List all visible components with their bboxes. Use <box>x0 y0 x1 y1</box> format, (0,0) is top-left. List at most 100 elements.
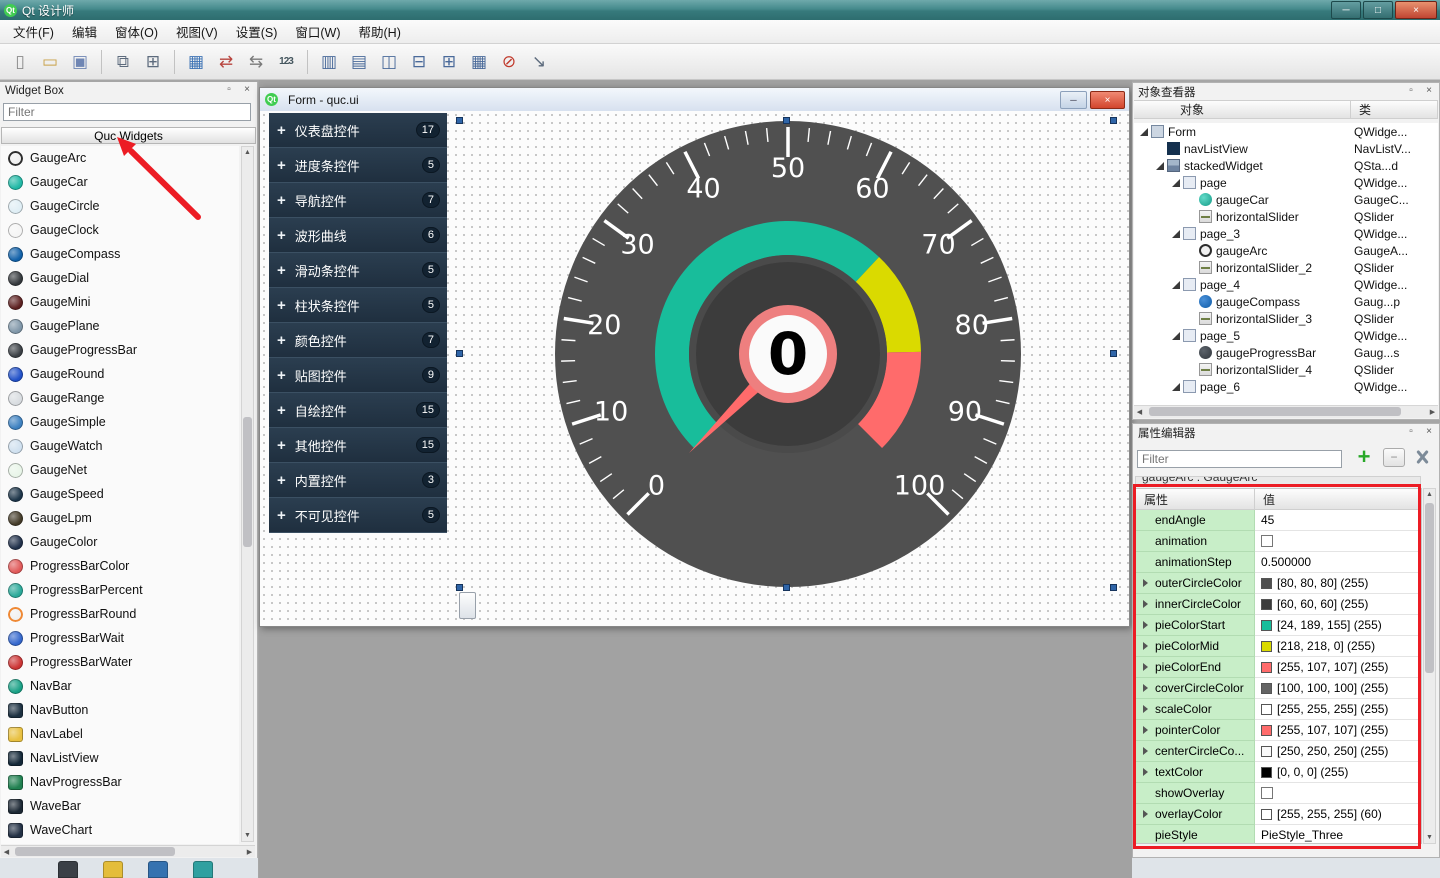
cascade-windows-button[interactable]: ⧉ <box>109 48 137 76</box>
checkbox-unchecked-icon[interactable] <box>1261 787 1273 799</box>
selection-handle[interactable] <box>1110 350 1117 357</box>
property-expander-icon[interactable] <box>1143 810 1152 818</box>
widget-item-progressbarwait[interactable]: ProgressBarWait <box>1 626 239 650</box>
layout-vertical-button[interactable]: ▤ <box>345 48 373 76</box>
scroll-left-icon[interactable]: ◀ <box>1134 406 1145 417</box>
tree-expander-icon[interactable] <box>1172 281 1180 289</box>
widget-item-gaugecircle[interactable]: GaugeCircle <box>1 194 239 218</box>
widget-list-vertical-scrollbar[interactable]: ▲ ▼ <box>241 146 254 842</box>
dock-close-icon[interactable]: × <box>240 83 254 96</box>
column-header-property[interactable]: 属性 <box>1136 489 1255 510</box>
widget-item-navlistview[interactable]: NavListView <box>1 746 239 770</box>
window-maximize-button[interactable]: □ <box>1363 1 1393 19</box>
menu-item-1[interactable]: 编辑 <box>63 19 106 44</box>
remove-dynamic-property-button[interactable]: − <box>1383 448 1405 467</box>
inspector-row-page-3[interactable]: page_3QWidge... <box>1134 225 1438 242</box>
menu-item-f[interactable]: 文件(F) <box>4 19 63 44</box>
menu-item-s[interactable]: 设置(S) <box>227 19 287 44</box>
property-row-piecolorstart[interactable]: pieColorStart[24, 189, 155] (255) <box>1136 615 1421 636</box>
widget-item-gaugeclock[interactable]: GaugeClock <box>1 218 239 242</box>
inspector-row-horizontalslider-2[interactable]: horizontalSlider_2QSlider <box>1134 259 1438 276</box>
form-nav-item-6[interactable]: +柱状条控件5 <box>269 288 447 323</box>
widget-item-navbutton[interactable]: NavButton <box>1 698 239 722</box>
inspector-row-gaugearc[interactable]: gaugeArcGaugeA... <box>1134 242 1438 259</box>
layout-horizontal-button[interactable]: ▥ <box>315 48 343 76</box>
configure-property-editor-icon[interactable] <box>1413 448 1432 467</box>
menu-item-o[interactable]: 窗体(O) <box>106 19 167 44</box>
horizontal-slider-widget[interactable] <box>459 592 476 619</box>
scroll-down-icon[interactable]: ▼ <box>1424 832 1435 843</box>
inspector-row-gaugeprogressbar[interactable]: gaugeProgressBarGaug...s <box>1134 344 1438 361</box>
break-layout-button[interactable]: ⊘ <box>495 48 523 76</box>
dock-close-icon[interactable]: × <box>1422 84 1436 97</box>
widget-item-gaugecompass[interactable]: GaugeCompass <box>1 242 239 266</box>
widget-item-gaugecolor[interactable]: GaugeColor <box>1 530 239 554</box>
widget-item-gaugedial[interactable]: GaugeDial <box>1 266 239 290</box>
property-expander-icon[interactable] <box>1143 600 1152 608</box>
form-nav-item-2[interactable]: +进度条控件5 <box>269 148 447 183</box>
save-form-button[interactable]: ▣ <box>66 48 94 76</box>
widget-item-navbar[interactable]: NavBar <box>1 674 239 698</box>
checkbox-unchecked-icon[interactable] <box>1261 535 1273 547</box>
form-nav-item-9[interactable]: +自绘控件15 <box>269 393 447 428</box>
widget-item-gaugelpm[interactable]: GaugeLpm <box>1 506 239 530</box>
property-row-piecolormid[interactable]: pieColorMid[218, 218, 0] (255) <box>1136 636 1421 657</box>
widget-category-header[interactable]: Quc Widgets <box>1 127 256 144</box>
form-nav-item-3[interactable]: +导航控件7 <box>269 183 447 218</box>
widget-item-wavechart[interactable]: WaveChart <box>1 818 239 842</box>
inspector-row-page-4[interactable]: page_4QWidge... <box>1134 276 1438 293</box>
window-minimize-button[interactable]: ─ <box>1331 1 1361 19</box>
property-row-piecolorend[interactable]: pieColorEnd[255, 107, 107] (255) <box>1136 657 1421 678</box>
property-row-pointercolor[interactable]: pointerColor[255, 107, 107] (255) <box>1136 720 1421 741</box>
property-row-piestyle[interactable]: pieStylePieStyle_Three <box>1136 825 1421 844</box>
form-nav-item-10[interactable]: +其他控件15 <box>269 428 447 463</box>
widget-item-gaugewatch[interactable]: GaugeWatch <box>1 434 239 458</box>
property-value-cell[interactable] <box>1255 531 1421 552</box>
property-value-cell[interactable]: [100, 100, 100] (255) <box>1255 678 1421 699</box>
tree-expander-icon[interactable] <box>1156 162 1164 170</box>
scroll-left-icon[interactable]: ◀ <box>1 846 12 857</box>
add-dynamic-property-button[interactable]: + <box>1353 446 1375 468</box>
widget-item-gaugesimple[interactable]: GaugeSimple <box>1 410 239 434</box>
widget-item-gaugecar[interactable]: GaugeCar <box>1 170 239 194</box>
taskbar-icon-1[interactable] <box>58 861 78 878</box>
property-value-cell[interactable]: [255, 107, 107] (255) <box>1255 657 1421 678</box>
property-row-animationstep[interactable]: animationStep0.500000 <box>1136 552 1421 573</box>
taskbar-icon-4[interactable] <box>193 861 213 878</box>
property-value-cell[interactable]: PieStyle_Three <box>1255 825 1421 844</box>
form-nav-item-4[interactable]: +波形曲线6 <box>269 218 447 253</box>
property-expander-icon[interactable] <box>1143 768 1152 776</box>
open-form-button[interactable]: ▭ <box>36 48 64 76</box>
form-window-titlebar[interactable]: Qt Form - quc.ui ─ × <box>260 88 1129 112</box>
new-form-button[interactable]: ▯ <box>6 48 34 76</box>
property-expander-icon[interactable] <box>1143 621 1152 629</box>
property-expander-icon[interactable] <box>1143 579 1152 587</box>
property-row-covercirclecolor[interactable]: coverCircleColor[100, 100, 100] (255) <box>1136 678 1421 699</box>
tree-expander-icon[interactable] <box>1172 179 1180 187</box>
property-expander-icon[interactable] <box>1143 663 1152 671</box>
property-value-cell[interactable] <box>1255 783 1421 804</box>
scrollbar-thumb[interactable] <box>15 847 175 856</box>
column-header-object[interactable]: 对象 <box>1134 100 1351 119</box>
property-expander-icon[interactable] <box>1143 642 1152 650</box>
widget-filter-input[interactable] <box>3 103 251 121</box>
widget-item-gaugeround[interactable]: GaugeRound <box>1 362 239 386</box>
object-inspector-horizontal-scrollbar[interactable]: ◀ ▶ <box>1134 405 1438 418</box>
widget-item-navlabel[interactable]: NavLabel <box>1 722 239 746</box>
window-close-button[interactable]: × <box>1395 1 1437 19</box>
taskbar-icon-2[interactable] <box>103 861 123 878</box>
scroll-up-icon[interactable]: ▲ <box>242 147 253 158</box>
property-row-textcolor[interactable]: textColor[0, 0, 0] (255) <box>1136 762 1421 783</box>
tree-expander-icon[interactable] <box>1172 332 1180 340</box>
widget-item-wavebar[interactable]: WaveBar <box>1 794 239 818</box>
scroll-up-icon[interactable]: ▲ <box>1424 489 1435 500</box>
form-nav-list-widget[interactable]: +仪表盘控件17+进度条控件5+导航控件7+波形曲线6+滑动条控件5+柱状条控件… <box>269 113 447 533</box>
selection-handle[interactable] <box>1110 117 1117 124</box>
form-nav-item-12[interactable]: +不可见控件5 <box>269 498 447 533</box>
widget-item-progressbarround[interactable]: ProgressBarRound <box>1 602 239 626</box>
widget-item-gaugearc[interactable]: GaugeArc <box>1 146 239 170</box>
property-value-cell[interactable]: [250, 250, 250] (255) <box>1255 741 1421 762</box>
property-row-scalecolor[interactable]: scaleColor[255, 255, 255] (255) <box>1136 699 1421 720</box>
property-row-outercirclecolor[interactable]: outerCircleColor[80, 80, 80] (255) <box>1136 573 1421 594</box>
scrollbar-thumb[interactable] <box>243 417 252 547</box>
